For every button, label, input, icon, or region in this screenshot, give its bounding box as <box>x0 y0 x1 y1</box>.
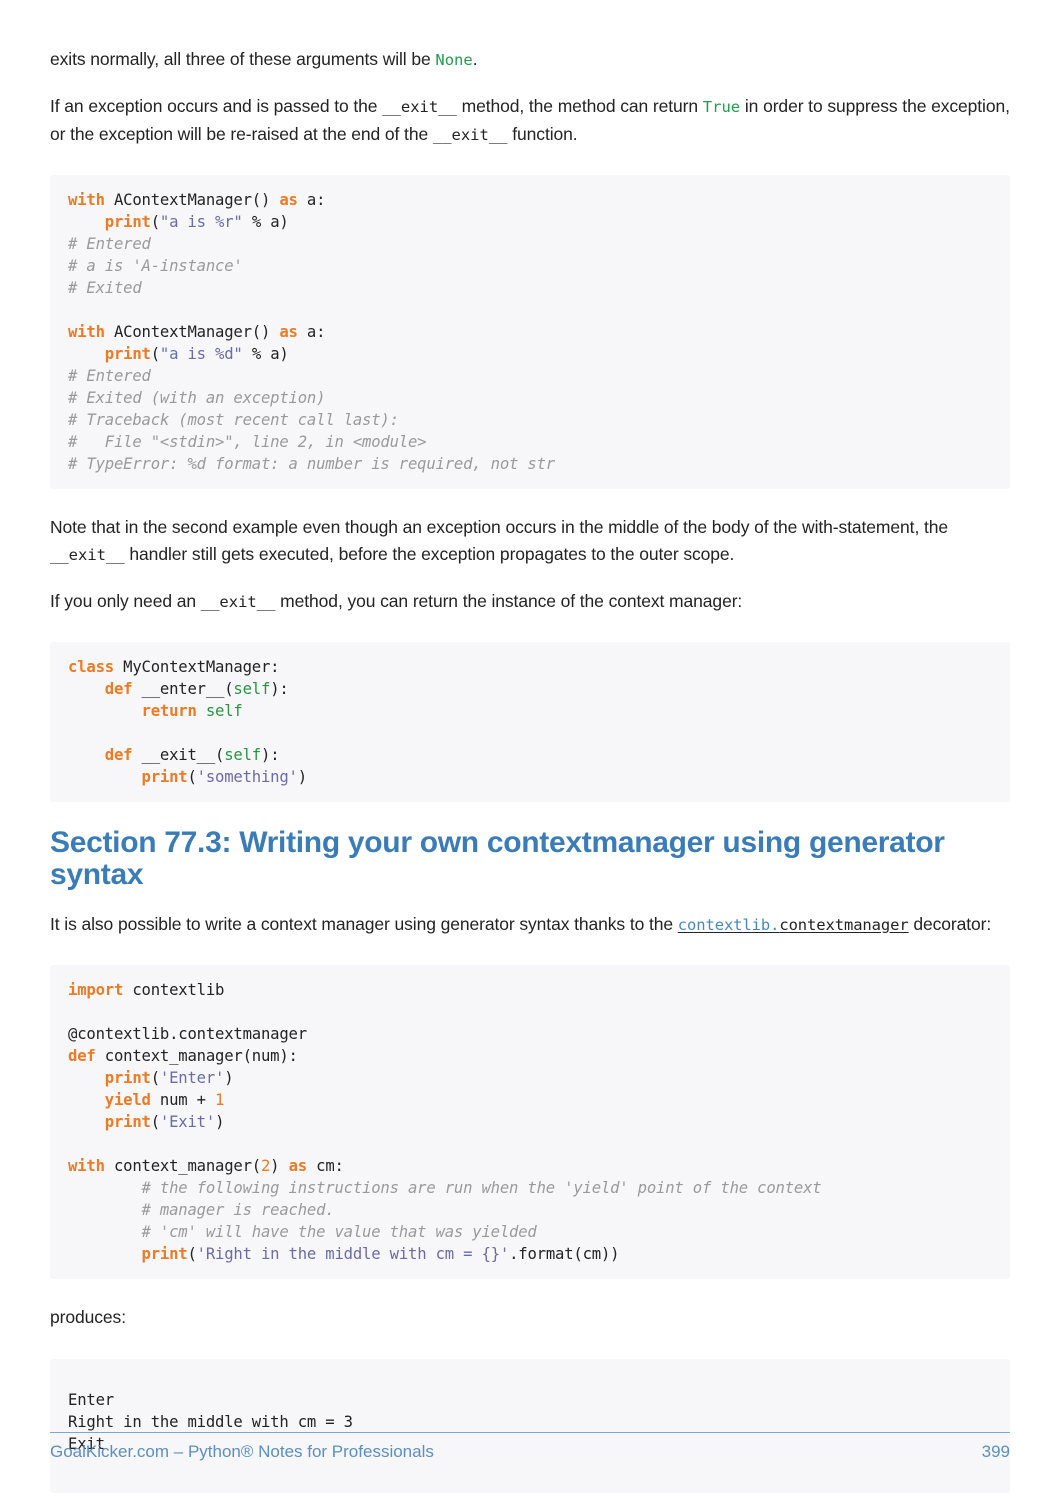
paragraph-3-text-b: handler still gets executed, before the … <box>124 544 735 564</box>
code-block-program-output: Enter Right in the middle with cm = 3 Ex… <box>50 1359 1010 1493</box>
document-page: exits normally, all three of these argum… <box>0 0 1060 1500</box>
paragraph-1-text-b: . <box>472 49 478 69</box>
code-block-mycontextmanager-class: class MyContextManager: def __enter__(se… <box>50 642 1010 802</box>
paragraph-2-text-d: function. <box>507 124 578 144</box>
code-block-2-content: class MyContextManager: def __enter__(se… <box>68 658 307 786</box>
code-block-context-manager-examples: with AContextManager() as a: print("a is… <box>50 175 1010 489</box>
paragraph-5: It is also possible to write a context m… <box>50 911 1010 939</box>
inline-code-true: True <box>702 98 741 116</box>
code-block-3-content: import contextlib @contextlib.contextman… <box>68 981 822 1263</box>
paragraph-1: exits normally, all three of these argum… <box>50 46 1010 74</box>
produces-label: produces: <box>50 1307 126 1327</box>
inline-code-none: None <box>435 51 473 69</box>
paragraph-5-text-a: It is also possible to write a context m… <box>50 914 678 934</box>
inline-code-exit-3: __exit__ <box>50 546 125 564</box>
paragraph-5-text-b: decorator: <box>908 914 992 934</box>
page-footer: GoalKicker.com – Python® Notes for Profe… <box>50 1442 1010 1462</box>
link-module-name: contextlib. <box>677 916 780 934</box>
footer-page-number: 399 <box>981 1442 1010 1461</box>
paragraph-2-text-b: method, the method can return <box>456 96 703 116</box>
paragraph-3: Note that in the second example even tho… <box>50 514 1010 569</box>
paragraph-4-text-a: If you only need an <box>50 591 201 611</box>
inline-code-exit-2: __exit__ <box>432 126 508 144</box>
footer-divider <box>50 1432 1010 1433</box>
inline-code-exit-4: __exit__ <box>200 593 276 611</box>
section-heading: Section 77.3: Writing your own contextma… <box>50 826 945 891</box>
paragraph-1-text-a: exits normally, all three of these argum… <box>50 49 436 69</box>
paragraph-4-text-b: method, you can return the instance of t… <box>275 591 743 611</box>
paragraph-4: If you only need an __exit__ method, you… <box>50 588 1010 616</box>
code-block-generator-contextmanager: import contextlib @contextlib.contextman… <box>50 965 1010 1279</box>
inline-code-exit-1: __exit__ <box>382 98 457 116</box>
footer-label: GoalKicker.com – Python® Notes for Profe… <box>50 1442 434 1461</box>
paragraph-2-text-a: If an exception occurs and is passed to … <box>50 96 383 116</box>
link-decorator-name: contextmanager <box>779 916 909 934</box>
paragraph-2: If an exception occurs and is passed to … <box>50 93 1010 149</box>
contextlib-contextmanager-link[interactable]: contextlib.contextmanager <box>678 916 909 934</box>
paragraph-3-text-a: Note that in the second example even tho… <box>50 517 948 537</box>
code-block-1-content: with AContextManager() as a: print("a is… <box>68 191 555 473</box>
